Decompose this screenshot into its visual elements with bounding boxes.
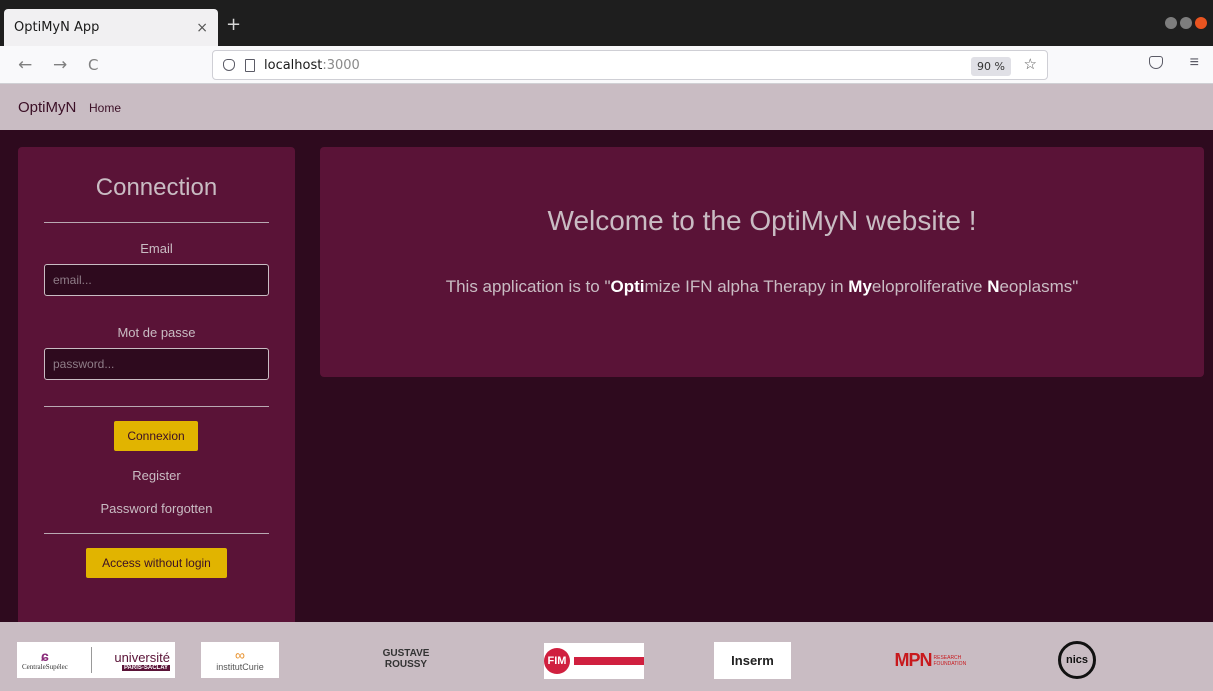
inserm-logo: Inserm <box>714 642 791 679</box>
back-icon[interactable]: ← <box>18 55 32 75</box>
mpn-logo: MPN RESEARCH FOUNDATION <box>885 643 971 678</box>
sub-bold-my: My <box>848 277 872 296</box>
connection-title: Connection <box>95 174 218 201</box>
univ-text: université <box>114 649 170 665</box>
browser-toolbar: ← → C localhost:3000 90 % ☆ ≡ <box>0 46 1213 84</box>
sub-bold-opti: Opti <box>610 277 645 296</box>
sub-text-2: eloproliferative <box>871 277 988 296</box>
divider <box>44 533 269 534</box>
sub-bold-n: N <box>987 277 1000 296</box>
sub-prefix: This application is to " <box>445 277 611 296</box>
pocket-icon[interactable] <box>1149 56 1163 69</box>
url-text[interactable]: localhost:3000 <box>264 58 360 73</box>
main-content: Connection Email Mot de passe Connexion … <box>0 130 1213 622</box>
mpn-text: MPN <box>894 650 933 670</box>
sub-text-1: mize IFN alpha Therapy in <box>644 277 849 296</box>
partners-footer: ɕ CentraleSupélec université PARIS-SACLA… <box>0 622 1213 691</box>
shield-icon[interactable] <box>223 59 235 71</box>
curie-text: institutCurie <box>216 662 264 672</box>
app-navbar: OptiMyN Home <box>0 84 1213 130</box>
fim-bar <box>574 657 644 665</box>
curie-logo: ∞ institutCurie <box>201 642 279 678</box>
saclay-logo: université PARIS-SACLAY <box>114 650 170 671</box>
connection-panel: Connection Email Mot de passe Connexion … <box>18 147 295 622</box>
bookmark-star-icon[interactable]: ☆ <box>1024 55 1037 73</box>
saclay-text: PARIS-SACLAY <box>121 664 170 671</box>
mpn-sub-text: RESEARCH FOUNDATION <box>933 654 967 667</box>
tab-title: OptiMyN App <box>14 20 100 35</box>
browser-tab-bar: OptiMyN App × + <box>0 0 1213 46</box>
divider <box>44 222 269 223</box>
nics-logo: nics <box>1058 641 1096 679</box>
centrale-logo: ɕ CentraleSupélec <box>22 649 68 671</box>
forward-icon[interactable]: → <box>53 55 67 75</box>
email-input[interactable] <box>44 264 269 296</box>
connexion-button[interactable]: Connexion <box>114 421 198 451</box>
url-host: localhost <box>264 57 323 73</box>
gustave-roussy-logo: GUSTAVE ROUSSY <box>382 648 430 670</box>
welcome-title: Welcome to the OptiMyN website ! <box>547 205 977 236</box>
sub-text-3: eoplasms" <box>999 277 1079 296</box>
browser-tab[interactable]: OptiMyN App × <box>4 9 218 46</box>
register-link[interactable]: Register <box>18 468 295 483</box>
url-bar[interactable]: localhost:3000 90 % ☆ <box>212 50 1048 80</box>
maximize-icon[interactable] <box>1180 17 1192 29</box>
url-port: :3000 <box>322 57 360 73</box>
new-tab-icon[interactable]: + <box>226 14 241 35</box>
fim-text: FIM <box>544 648 570 674</box>
reload-icon[interactable]: C <box>88 56 98 74</box>
close-tab-icon[interactable]: × <box>196 20 208 36</box>
password-label: Mot de passe <box>117 325 196 340</box>
fim-logo: FIM <box>544 643 644 679</box>
access-without-login-button[interactable]: Access without login <box>86 548 227 578</box>
logo-divider <box>90 647 92 673</box>
brand-link[interactable]: OptiMyN <box>18 99 76 116</box>
window-controls <box>1165 17 1207 29</box>
password-input[interactable] <box>44 348 269 380</box>
curie-mark-icon: ∞ <box>235 647 245 663</box>
home-link[interactable]: Home <box>89 101 121 115</box>
centrale-paris-saclay-logo: ɕ CentraleSupélec université PARIS-SACLA… <box>17 642 175 678</box>
divider <box>44 406 269 407</box>
centrale-mark-icon: ɕ <box>41 648 49 664</box>
welcome-subtitle: This application is to "Optimize IFN alp… <box>320 277 1204 297</box>
page-icon <box>245 58 255 72</box>
email-label: Email <box>140 241 173 256</box>
centrale-text: CentraleSupélec <box>22 663 68 671</box>
hamburger-menu-icon[interactable]: ≡ <box>1190 54 1199 72</box>
welcome-panel: Welcome to the OptiMyN website ! This ap… <box>320 147 1204 377</box>
minimize-icon[interactable] <box>1165 17 1177 29</box>
password-forgotten-link[interactable]: Password forgotten <box>18 501 295 516</box>
zoom-level[interactable]: 90 % <box>971 57 1011 76</box>
close-window-icon[interactable] <box>1195 17 1207 29</box>
